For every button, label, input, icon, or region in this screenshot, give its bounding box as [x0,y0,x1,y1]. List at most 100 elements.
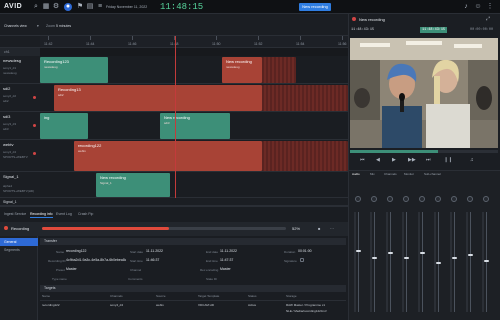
fader-knob[interactable] [420,252,425,254]
mixer-tab[interactable]: Channels [384,172,397,176]
playhead-line[interactable] [175,36,176,198]
recording-clip[interactable]: Recording123 newsdesg [40,57,108,83]
pan-knob[interactable] [419,196,425,202]
fader-knob[interactable] [372,257,377,259]
fader-knob[interactable] [404,257,409,259]
tab-crash-ftp[interactable]: Crash Ftp [78,210,93,218]
bookmark-icon[interactable]: ⚑ [76,3,84,11]
tab-ingest-service[interactable]: Ingest Service [4,210,26,218]
stop-icon[interactable]: ■ [318,226,320,231]
progress-percent: 52% [292,226,301,231]
grid-icon[interactable]: ▦ [42,3,50,11]
channel-row[interactable]: newsdesg sony1_d1 newsdesg [0,56,40,84]
recording-clip[interactable]: New recording Signal_1 [96,173,170,197]
recording-clip[interactable]: recording122 webtv [74,141,262,171]
field-label: Comments [128,277,143,281]
duration-value: 00:01:00 [298,249,312,253]
recording-clip[interactable]: New recording newsdesg [222,57,262,83]
column-header[interactable]: Target Template [198,294,219,298]
pan-knob[interactable] [435,196,441,202]
list-icon[interactable]: ≡ [96,3,104,11]
video-frame[interactable] [350,38,498,148]
field-label: Rec encoding [200,268,219,272]
column-header[interactable]: Source [156,294,166,298]
pan-knob[interactable] [451,196,457,202]
volume-icon[interactable]: ♫ [470,157,474,163]
encoding-value: Master [220,267,231,271]
channel-row[interactable]: Signal_1 alpha4 SPORTS+WEBTV(HD) [0,172,40,198]
timecode-left: 11:48:43:15 [351,28,375,32]
new-recording-button[interactable]: New recording [299,3,331,11]
progress-fill [42,227,169,230]
signature-checkbox[interactable] [300,258,304,262]
calendar-icon[interactable]: ▤ [86,3,94,11]
menu-icon[interactable]: ⋮ [486,3,494,11]
settings-icon[interactable]: ⚙ [52,3,60,11]
expand-icon[interactable]: ⤢ [486,16,490,22]
column-header[interactable]: Channels [110,294,123,298]
channel-meta: SPORTS+WEBTV [3,155,28,159]
pan-knob[interactable] [387,196,393,202]
fader-knob[interactable] [388,252,393,254]
column-header[interactable]: Name [42,294,50,298]
mixer-tab[interactable]: Sub-channel [424,172,441,176]
fader-track [374,212,375,312]
bell-icon[interactable]: ♪ [462,3,470,11]
pan-knob[interactable] [403,196,409,202]
fader-knob[interactable] [484,260,489,262]
clip-title: New recording [164,115,190,120]
channel-row[interactable]: sdi2 sony2_d2 sdi2 [0,84,40,112]
recording-indicator-icon [33,152,36,155]
channel-row[interactable]: webtv sony4_d4 SPORTS+WEBTV [0,140,40,172]
channels-view-dropdown[interactable]: Channels view [4,24,27,28]
field-label: State ID [206,277,217,281]
fader-knob[interactable] [436,262,441,264]
fader-knob[interactable] [356,250,361,252]
recording-clip[interactable]: Recording13 sdi2 [54,85,262,111]
pan-knob[interactable] [467,196,473,202]
nav-segments[interactable]: Segments [0,246,38,254]
column-header[interactable]: Status [248,294,257,298]
table-cell: sony4_d4 [110,303,124,307]
ruler-tick [90,36,91,40]
column-header[interactable]: Storage [286,294,297,298]
pan-knob[interactable] [355,196,361,202]
more-icon[interactable]: ⋯ [330,226,334,231]
recording-clip[interactable]: ing [40,113,88,139]
fader-knob[interactable] [452,257,457,259]
nav-general[interactable]: General [0,238,38,246]
transfer-section-header[interactable]: Transfer [40,238,346,245]
mixer-tab[interactable]: Monitor [404,172,414,176]
skip-back-icon[interactable]: ⏮ [360,157,365,163]
chevron-down-icon[interactable]: ▾ [37,24,39,28]
signal-row[interactable]: Signal_1 [0,198,348,206]
ruler-tick [48,36,49,40]
mixer-tab[interactable]: Audio [352,172,360,176]
tab-recording-info[interactable]: Recording info [30,210,53,218]
tab-event-log[interactable]: Event Log [56,210,72,218]
table-cell: NLE / Media/recording122/mxf [286,309,327,313]
skip-forward-icon[interactable]: ⏭ [426,157,431,163]
fast-forward-icon[interactable]: ▶▶ [408,157,416,163]
recording-clip[interactable]: New recording sdi3 [160,113,230,139]
pan-knob[interactable] [483,196,489,202]
record-icon[interactable]: ● [64,3,72,11]
ruler-corner [0,36,40,48]
pause-icon[interactable]: ❙❙ [444,157,452,163]
ruler-tick-label: 11:46 [128,42,137,46]
preset-value: Master [66,267,77,271]
play-icon[interactable]: ▶ [392,157,396,163]
mixer-tab[interactable]: Mix [370,172,375,176]
table-divider [40,300,346,301]
channel-lane [40,172,348,198]
user-icon[interactable]: ☺ [474,3,482,11]
search-icon[interactable]: ⌕ [32,3,40,11]
zoom-dropdown[interactable]: 5 minutes [56,24,71,28]
start-date-value: 11.11.2022 [146,249,163,253]
step-back-icon[interactable]: ◀ [376,157,380,163]
fader-knob[interactable] [468,254,473,256]
pan-knob[interactable] [371,196,377,202]
level-meter [402,212,404,312]
channel-row[interactable]: sdi3 sony3_d3 sdi3 [0,112,40,140]
targets-section-header[interactable]: Targets [40,285,346,292]
